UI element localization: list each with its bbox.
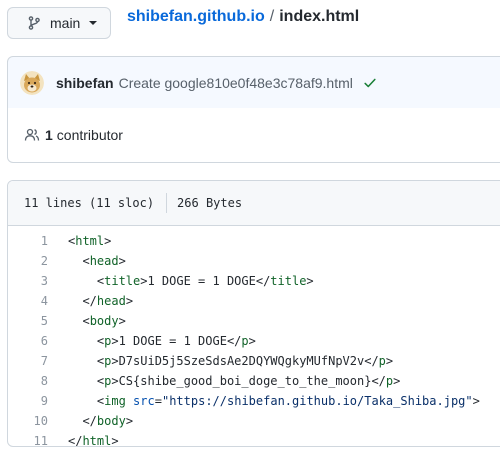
- code-token: >: [118, 314, 126, 328]
- code-token: title: [270, 274, 307, 288]
- code-token: <: [68, 334, 105, 348]
- doge-avatar-icon: [20, 70, 44, 95]
- code-token: body: [89, 314, 119, 328]
- code-token: title: [104, 274, 141, 288]
- line-number[interactable]: 9: [8, 394, 48, 408]
- line-number[interactable]: 5: [8, 314, 48, 328]
- code-token: "https://shibefan.github.io/Taka_Shiba.j…: [161, 394, 473, 408]
- line-content: <html>: [68, 234, 111, 248]
- code-line: 7 < p>D7sUiD5j5SzeSdsAe2DQYWQgkyMUfNpV2v<…: [8, 351, 500, 371]
- latest-commit-bar: shibefan Create google810e0f48e3c78af9.h…: [7, 56, 500, 109]
- line-content: </head>: [68, 294, 133, 308]
- code-token: >: [385, 354, 394, 368]
- contributor-label[interactable]: contributor: [57, 127, 123, 143]
- code-token: =: [154, 394, 162, 408]
- line-content: <img src="https://shibefan.github.io/Tak…: [68, 394, 480, 408]
- chevron-down-icon: [89, 21, 98, 25]
- code-token: >: [306, 274, 314, 288]
- code-line: 8 <p>CS{shibe_good_boi_doge_to_the_moon}…: [8, 371, 500, 391]
- file-line-count: 11 lines (11 sloc): [24, 196, 155, 210]
- file-info-header: 11 lines (11 sloc) 266 Bytes: [8, 181, 500, 226]
- code-line: 5 <body>: [8, 311, 500, 331]
- line-number[interactable]: 3: [8, 274, 48, 288]
- code-token: head: [89, 254, 119, 268]
- line-number[interactable]: 2: [8, 254, 48, 268]
- code-token: >: [104, 234, 112, 248]
- code-token: >: [125, 414, 134, 428]
- line-content: <p>D7sUiD5j5SzeSdsAe2DQYWQgkyMUfNpV2v</p…: [68, 354, 393, 368]
- line-number[interactable]: 4: [8, 294, 48, 308]
- check-icon[interactable]: [363, 76, 377, 90]
- breadcrumb-repo-link[interactable]: shibefan.github.io: [127, 8, 265, 26]
- code-line: 9 <img src="https://shibefan.github.io/T…: [8, 391, 500, 411]
- breadcrumb: shibefan.github.io / index.html: [127, 7, 359, 27]
- commit-message-link[interactable]: Create google810e0f48e3c78af9.html: [119, 75, 353, 91]
- code-token: <: [68, 314, 90, 328]
- line-number[interactable]: 10: [8, 414, 48, 428]
- code-token: <: [68, 374, 105, 388]
- line-content: <head>: [68, 254, 126, 268]
- code-token: >1 DOGE = 1 DOGE</: [140, 274, 271, 288]
- line-number[interactable]: 8: [8, 374, 48, 388]
- code-token: >1 DOGE = 1 DOGE</: [111, 334, 242, 348]
- line-number[interactable]: 11: [8, 434, 48, 446]
- commit-author-link[interactable]: shibefan: [56, 75, 114, 91]
- code-token: </: [68, 414, 97, 428]
- code-token: head: [96, 294, 126, 308]
- code-token: img: [104, 394, 126, 408]
- code-token: >: [472, 394, 480, 408]
- code-area[interactable]: 1 <html> 2 <head> 3 <title>1 DOGE = 1 DOGE<…: [8, 226, 500, 447]
- contributors-bar: 1 contributor: [7, 108, 500, 163]
- code-token: >CS{shibe_good_boi_doge_to_the_moon}</: [111, 374, 386, 388]
- line-content: </body>: [68, 414, 133, 428]
- line-number[interactable]: 7: [8, 354, 48, 368]
- code-token: html: [82, 434, 112, 447]
- line-content: </html>: [68, 434, 119, 447]
- code-token: >: [393, 374, 401, 388]
- breadcrumb-file-name: index.html: [279, 8, 360, 25]
- branch-select-button[interactable]: main: [7, 7, 111, 39]
- code-token: src: [133, 394, 155, 408]
- line-content: <p>CS{shibe_good_boi_doge_to_the_moon}</…: [68, 374, 400, 388]
- breadcrumb-separator: /: [269, 8, 275, 25]
- avatar[interactable]: [20, 70, 44, 95]
- code-line: 3 <title>1 DOGE = 1 DOGE</title>: [8, 271, 500, 291]
- branch-label: main: [50, 15, 81, 31]
- file-size: 266 Bytes: [177, 196, 243, 210]
- divider: [166, 193, 168, 213]
- code-token: >: [118, 254, 126, 268]
- code-token: <: [68, 354, 105, 368]
- code-token: body: [96, 414, 126, 428]
- code-token: </: [68, 294, 97, 308]
- code-token: <: [68, 254, 90, 268]
- code-token: >: [248, 334, 256, 348]
- code-line: 6 <p>1 DOGE = 1 DOGE</p>: [8, 331, 500, 351]
- code-token: p: [378, 354, 386, 368]
- code-token: <: [68, 394, 105, 408]
- code-token: html: [75, 234, 105, 248]
- code-line: 1 <html>: [8, 231, 500, 251]
- line-content: <p>1 DOGE = 1 DOGE</p>: [68, 334, 256, 348]
- code-token: <: [68, 274, 105, 288]
- contributor-count[interactable]: 1: [45, 127, 53, 143]
- code-line: 10 </body>: [8, 411, 500, 431]
- code-token: >: [125, 294, 134, 308]
- line-content: <body>: [68, 314, 126, 328]
- code-line: 4 </head>: [8, 291, 500, 311]
- file-viewer: 11 lines (11 sloc) 266 Bytes 1 <html> 2 <h…: [7, 180, 500, 447]
- line-content: <title>1 DOGE = 1 DOGE</title>: [68, 274, 314, 288]
- people-icon: [24, 128, 40, 141]
- code-token: >: [111, 434, 119, 447]
- line-number[interactable]: 1: [8, 234, 48, 248]
- code-line: 2 <head>: [8, 251, 500, 271]
- git-branch-icon: [28, 16, 40, 30]
- line-number[interactable]: 6: [8, 334, 48, 348]
- code-token: </: [68, 434, 83, 447]
- code-line: 11 </html>: [8, 431, 500, 447]
- code-token: p: [241, 334, 249, 348]
- code-token: >D7sUiD5j5SzeSdsAe2DQYWQgkyMUfNpV2v</: [111, 354, 379, 368]
